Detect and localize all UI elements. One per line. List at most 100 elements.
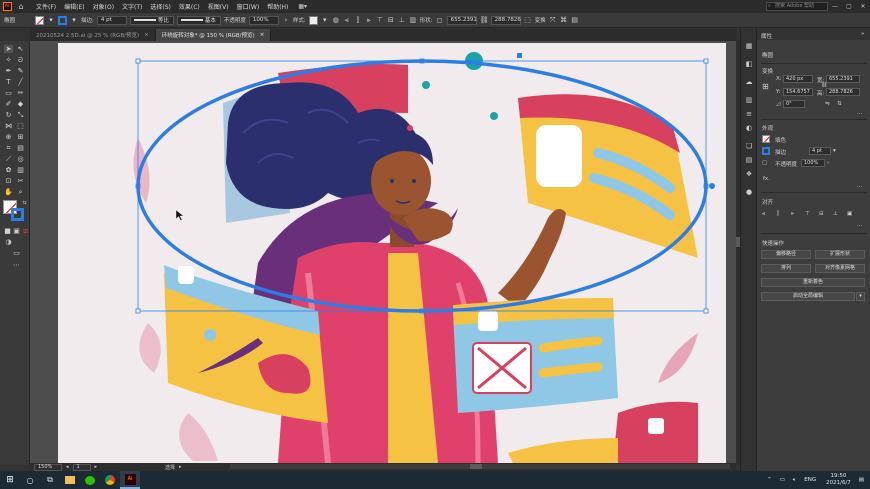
style-dropdown-icon[interactable]: ▾ [321, 16, 329, 24]
mesh-tool-icon[interactable]: ⌗ [4, 144, 13, 152]
fx-button[interactable]: fx. [763, 176, 770, 182]
none-mode-icon[interactable]: ⧄ [21, 227, 30, 235]
type-tool-icon[interactable]: T [4, 78, 13, 86]
close-icon[interactable]: ✕ [856, 3, 870, 10]
properties-panel-title[interactable]: 属性 [761, 32, 772, 40]
menu-select[interactable]: 选择(S) [146, 2, 175, 11]
align-vcenter-icon[interactable]: ⊟ [387, 16, 395, 24]
link-icon[interactable]: ⛓ [480, 16, 489, 24]
shape-builder-icon[interactable]: ⊕ [4, 133, 13, 141]
minimize-icon[interactable]: — [828, 3, 842, 10]
stroke-color-swatch[interactable] [11, 208, 24, 221]
transform-icon[interactable]: ⬚ [524, 16, 532, 24]
constrain-proportions-icon[interactable]: ⛓ [821, 82, 827, 88]
illustrator-taskbar-icon[interactable]: Ai [120, 471, 140, 489]
opacity-field[interactable]: 100% [801, 159, 825, 167]
stroke-weight-dropdown-icon[interactable]: ▾ [833, 148, 836, 154]
status-menu-icon[interactable]: ▸ [179, 464, 182, 470]
align-top-icon[interactable]: ⊤ [376, 16, 384, 24]
menu-window[interactable]: 窗口(W) [233, 2, 264, 11]
transform-label[interactable]: 变换 [535, 16, 546, 24]
free-transform-icon[interactable]: ⬚ [16, 122, 25, 130]
direct-selection-tool-icon[interactable]: ↖ [16, 45, 25, 53]
home-button-icon[interactable]: ⌂ [14, 2, 28, 11]
align-hcenter-icon[interactable]: ⫿ [354, 16, 362, 24]
artboard-prev-icon[interactable]: ◂ [66, 464, 69, 470]
selection-tool-icon[interactable]: ➤ [4, 45, 13, 53]
reference-point-icon[interactable]: ⊞ [762, 82, 769, 91]
eyedropper-icon[interactable]: ⟋ [4, 155, 13, 163]
panel-collapse-icon[interactable]: » [861, 31, 864, 37]
libraries-panel-icon[interactable]: ☁ [745, 78, 753, 86]
windows-start-icon[interactable]: ⊞ [0, 471, 20, 489]
appearance-panel-icon[interactable]: ▤ [745, 156, 753, 164]
menu-help[interactable]: 帮助(H) [263, 2, 292, 11]
h-field[interactable]: 288.7826 [826, 88, 860, 96]
height-field[interactable]: 288.7826 [490, 15, 521, 25]
fill-swatch[interactable] [35, 15, 45, 25]
fill-dropdown-icon[interactable]: ▾ [47, 16, 55, 24]
stroke-swatch[interactable] [58, 15, 68, 25]
workspace-switcher-icon[interactable]: ▦▾ [298, 3, 307, 10]
align-hcenter-icon[interactable]: ⫿ [777, 211, 779, 218]
edit-toolbar-icon[interactable]: ⋯ [12, 261, 21, 269]
width-tool-icon[interactable]: ⋈ [4, 122, 13, 130]
align-pixel-grid-button[interactable]: 对齐像素网格 [815, 264, 865, 273]
stroke-weight-field[interactable]: 4 pt [96, 15, 127, 25]
draw-mode-icon[interactable]: ◑ [4, 238, 13, 246]
lasso-icon[interactable]: ᘐ [16, 56, 25, 64]
arrange-button[interactable]: 排列 [761, 264, 811, 273]
eraser-tool-icon[interactable]: ◆ [16, 100, 25, 108]
menu-view[interactable]: 视图(V) [204, 2, 233, 11]
magic-wand-icon[interactable]: ✧ [4, 56, 13, 64]
zoom-field[interactable]: 150% [34, 463, 62, 471]
layers-panel-icon[interactable]: ◧ [745, 60, 753, 68]
y-field[interactable]: 154.6757 [783, 88, 813, 96]
distribute-icon[interactable]: ▥ [409, 16, 417, 24]
gradient-mode-icon[interactable]: ▣ [12, 227, 21, 235]
menu-effect[interactable]: 效果(C) [175, 2, 204, 11]
home-icon[interactable]: Ai [0, 0, 14, 13]
volume-icon[interactable]: 🔈︎ [793, 477, 796, 484]
canvas-area[interactable] [30, 41, 736, 463]
network-icon[interactable]: ▭ [780, 477, 785, 483]
puppet-warp-icon[interactable]: ⌘ [560, 16, 568, 24]
appearance-stroke-swatch[interactable] [762, 147, 770, 155]
opacity-field[interactable]: 100% [248, 15, 279, 25]
stroke-panel-icon[interactable]: ≡ [745, 110, 753, 118]
style-swatch[interactable] [308, 15, 318, 25]
artboard-next-icon[interactable]: ▸ [95, 464, 98, 470]
color-mode-icon[interactable]: ■ [3, 227, 12, 235]
x-field[interactable]: 420 px [783, 75, 813, 83]
more-appearance-icon[interactable]: ⋯ [857, 184, 863, 190]
w-field[interactable]: 655.2391 [826, 75, 860, 83]
wechat-icon[interactable] [80, 471, 100, 489]
input-language[interactable]: ENG [804, 477, 816, 483]
tab-doc-2[interactable]: 环绕旋转对象* @ 150 % (RGB/预览) × [155, 29, 272, 41]
appearance-fill-swatch[interactable] [762, 135, 770, 143]
paintbrush-icon[interactable]: ✏ [16, 89, 25, 97]
more-transform-icon[interactable]: ⋯ [857, 111, 863, 117]
rectangle-tool-icon[interactable]: ▭ [4, 89, 13, 97]
opacity-dropdown-icon[interactable]: › [827, 160, 829, 166]
more-align-icon[interactable]: ⋯ [857, 223, 863, 229]
menu-type[interactable]: 文字(T) [118, 2, 146, 11]
swap-colors-icon[interactable]: ⇆ [20, 199, 29, 207]
opacity-dropdown-icon[interactable]: › [282, 16, 290, 24]
symbol-sprayer-icon[interactable]: ✿ [4, 166, 13, 174]
offset-path-button[interactable]: 偏移路径 [761, 250, 811, 259]
stroke-weight-field[interactable]: 4 pt [809, 147, 831, 155]
tray-overflow-icon[interactable]: ⌃ [767, 477, 772, 483]
file-explorer-icon[interactable] [60, 471, 80, 489]
align-vcenter-icon[interactable]: ⊟ [819, 211, 824, 217]
brush-definition[interactable]: 基本 [176, 15, 221, 25]
color-panel-icon[interactable]: ▥ [745, 96, 753, 104]
notifications-icon[interactable]: ▤ [859, 477, 864, 483]
artboard-tool-icon[interactable]: ⊡ [4, 177, 13, 185]
search-taskbar-icon[interactable]: ○ [20, 471, 40, 489]
start-global-edit-button[interactable]: 启动全局编辑 [761, 292, 855, 301]
flip-vertical-icon[interactable]: ⇅ [837, 101, 842, 107]
width-field[interactable]: 655.2391 [446, 15, 477, 25]
flip-horizontal-icon[interactable]: ⇋ [825, 101, 830, 107]
align-top-icon[interactable]: ⊤ [805, 211, 810, 217]
